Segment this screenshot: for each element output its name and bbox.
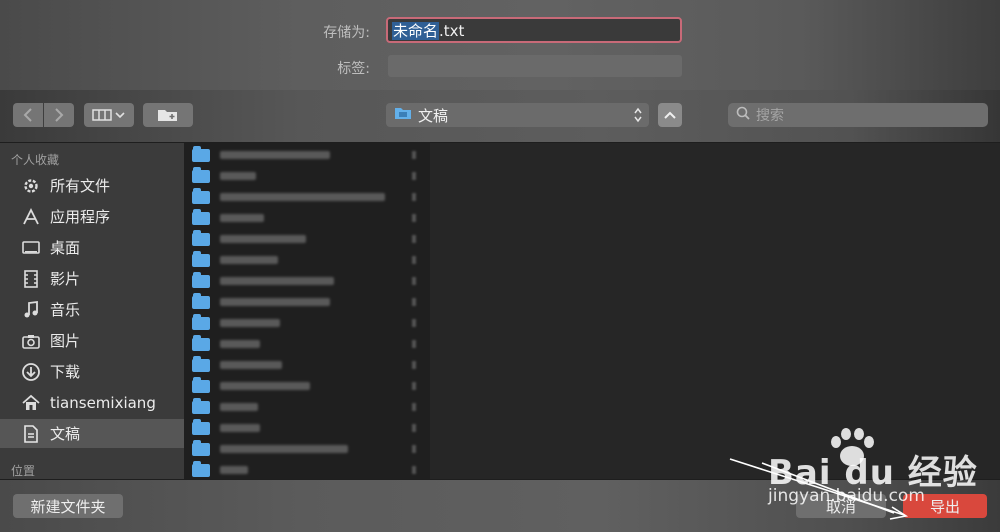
folder-icon [192,271,210,288]
download-icon [20,361,42,383]
sidebar-item-label: 影片 [50,270,81,288]
sidebar-item-documents[interactable]: 文稿 [0,419,184,448]
list-item[interactable] [192,460,248,477]
save-as-label: 存储为: [323,25,370,41]
view-mode-button[interactable] [84,103,134,127]
folder-icon [192,229,210,246]
folder-icon [192,334,210,351]
column-view-icon [92,109,125,121]
list-item[interactable] [192,271,334,288]
sidebar-item-home[interactable]: tiansemixiang [0,388,184,417]
sidebar-item-pictures[interactable]: 图片 [0,326,184,355]
list-item[interactable] [192,229,306,246]
sidebar-item-label: 所有文件 [50,177,111,195]
folder-icon [192,250,210,267]
filename-selected-text: 未命名 [392,22,440,40]
sidebar-item-music[interactable]: 音乐 [0,295,184,324]
chevron-right-icon [55,108,64,122]
folder-icon [394,106,412,124]
paw-icon [831,428,874,466]
list-item[interactable] [192,355,282,372]
tags-label: 标签: [337,61,370,77]
folder-icon [192,208,210,225]
location-popup[interactable]: 文稿 [386,103,649,127]
new-folder-toolbar-button[interactable] [143,103,193,127]
favorites-header: 个人收藏 [11,153,60,167]
folder-icon [192,292,210,309]
list-item[interactable] [192,292,330,309]
desktop-icon [20,237,42,259]
collapse-button[interactable] [658,103,682,127]
sidebar-item-desktop[interactable]: 桌面 [0,233,184,262]
gear-icon [20,175,42,197]
list-item[interactable] [192,439,348,456]
chevron-left-icon [23,108,32,122]
sidebar-item-all-files[interactable]: 所有文件 [0,171,184,200]
sidebar-item-label: tiansemixiang [50,393,156,412]
document-icon [20,423,42,445]
sidebar-item-label: 桌面 [50,239,81,257]
folder-icon [192,376,210,393]
list-item[interactable] [192,145,330,162]
updown-chevron-icon [633,106,643,128]
folder-icon [192,418,210,435]
list-item[interactable] [192,418,260,435]
folder-icon [192,166,210,183]
chevron-up-icon [664,111,676,119]
folder-icon [192,355,210,372]
list-item[interactable] [192,208,264,225]
watermark-url: jingyan.baidu.com [768,486,925,506]
camera-icon [20,330,42,352]
folder-icon [192,313,210,330]
folder-icon [192,439,210,456]
list-item[interactable] [192,166,256,183]
home-icon [20,392,42,414]
sidebar-item-label: 文稿 [50,425,81,443]
sidebar-item-label: 应用程序 [50,208,111,226]
folder-icon [192,460,210,477]
location-label: 文稿 [418,106,449,125]
list-item[interactable] [192,187,385,204]
folder-icon [192,397,210,414]
sidebar-item-label: 下载 [50,363,81,381]
tags-input[interactable] [388,55,682,77]
filename-input[interactable]: 未命名.txt [386,17,682,43]
sidebar-item-label: 图片 [50,332,81,350]
folder-icon [192,145,210,162]
filename-extension: .txt [439,22,465,40]
list-item[interactable] [192,334,260,351]
sidebar-item-applications[interactable]: 应用程序 [0,202,184,231]
new-folder-button[interactable]: 新建文件夹 [13,494,123,518]
music-icon [20,299,42,321]
file-list[interactable] [184,143,430,479]
locations-header: 位置 [11,464,36,478]
list-item[interactable] [192,376,310,393]
folder-icon [192,187,210,204]
sidebar-item-downloads[interactable]: 下载 [0,357,184,386]
search-placeholder: 搜索 [756,108,784,124]
film-icon [20,268,42,290]
apps-icon [20,206,42,228]
list-item[interactable] [192,313,280,330]
search-field[interactable]: 搜索 [728,103,988,127]
preview-pane [430,143,1000,479]
sidebar-item-label: 音乐 [50,301,81,319]
sidebar: 个人收藏 所有文件 应用程序 桌面 影片 音乐 图片 下载 tiansemixi… [0,143,184,479]
list-item[interactable] [192,397,258,414]
forward-button[interactable] [44,103,74,127]
sidebar-item-movies[interactable]: 影片 [0,264,184,293]
back-button[interactable] [13,103,43,127]
search-icon [736,106,750,124]
save-panel: 存储为: 未命名.txt 标签: [0,0,1000,90]
list-item[interactable] [192,250,278,267]
new-folder-icon [158,110,177,121]
